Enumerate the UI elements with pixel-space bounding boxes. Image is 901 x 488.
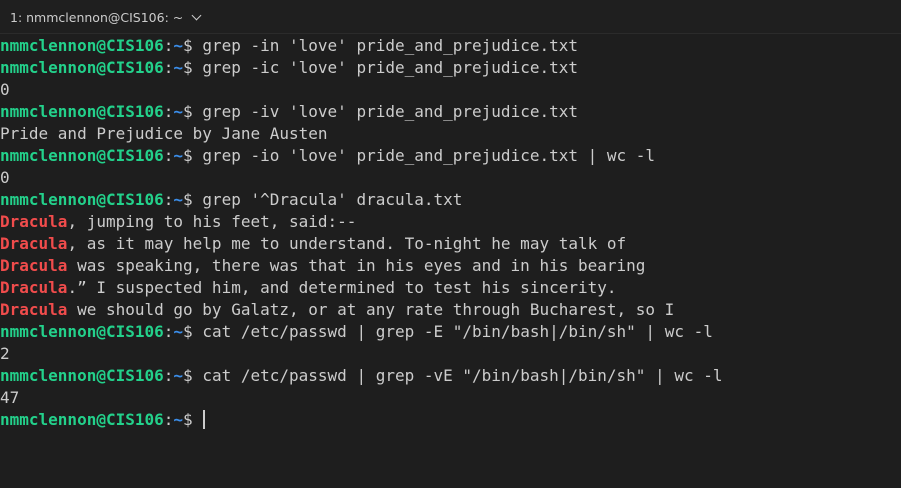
prompt-colon: :: [163, 366, 174, 385]
prompt-colon: :: [163, 58, 174, 77]
prompt-colon: :: [163, 102, 174, 121]
prompt-symbol: $: [183, 410, 203, 429]
output-line: 2: [0, 344, 10, 363]
output-text: , jumping to his feet, said:--: [67, 212, 357, 231]
prompt-colon: :: [163, 322, 174, 341]
output-line: Pride and Prejudice by Jane Austen: [0, 124, 328, 143]
prompt-symbol: $: [183, 366, 203, 385]
prompt-path: ~: [173, 36, 184, 55]
prompt-colon: :: [163, 410, 174, 429]
terminal-tab-title: 1: nmmclennon@CIS106: ~: [10, 9, 184, 25]
prompt-user-host: nmmclennon@CIS106: [0, 58, 164, 77]
prompt-line: nmmclennon@CIS106:~$ grep -ic 'love' pri…: [0, 57, 901, 79]
command-text: grep -iv 'love' pride_and_prejudice.txt: [202, 102, 578, 121]
prompt-symbol: $: [183, 58, 203, 77]
prompt-symbol: $: [183, 190, 203, 209]
grep-match-highlight: Dracula: [0, 212, 68, 231]
prompt-path: ~: [173, 146, 184, 165]
prompt-symbol: $: [183, 36, 203, 55]
command-text: grep -io 'love' pride_and_prejudice.txt …: [202, 146, 656, 165]
prompt-user-host: nmmclennon@CIS106: [0, 190, 164, 209]
prompt-line: nmmclennon@CIS106:~$ grep -io 'love' pri…: [0, 145, 901, 167]
text-cursor: [203, 410, 206, 429]
prompt-symbol: $: [183, 102, 203, 121]
prompt-symbol: $: [183, 322, 203, 341]
prompt-line: nmmclennon@CIS106:~$ grep -iv 'love' pri…: [0, 101, 901, 123]
terminal-tab[interactable]: 1: nmmclennon@CIS106: ~: [0, 0, 209, 33]
grep-match-highlight: Dracula: [0, 256, 68, 275]
grep-match-highlight: Dracula: [0, 278, 68, 297]
grep-match-line: Dracula.” I suspected him, and determine…: [0, 277, 901, 299]
grep-match-line: Dracula we should go by Galatz, or at an…: [0, 299, 901, 321]
output-line: 47: [0, 388, 20, 407]
prompt-line: nmmclennon@CIS106:~$ cat /etc/passwd | g…: [0, 365, 901, 387]
output-text: .” I suspected him, and determined to te…: [67, 278, 617, 297]
output-line: 0: [0, 80, 10, 99]
prompt-path: ~: [173, 102, 184, 121]
output-text: was speaking, there was that in his eyes…: [67, 256, 646, 275]
prompt-line: nmmclennon@CIS106:~$ cat /etc/passwd | g…: [0, 321, 901, 343]
command-text: grep '^Dracula' dracula.txt: [202, 190, 463, 209]
prompt-user-host: nmmclennon@CIS106: [0, 322, 164, 341]
output-line: 0: [0, 168, 10, 187]
grep-match-line: Dracula was speaking, there was that in …: [0, 255, 901, 277]
command-text: cat /etc/passwd | grep -E "/bin/bash|/bi…: [202, 322, 713, 341]
prompt-colon: :: [163, 190, 174, 209]
terminal-window: 1: nmmclennon@CIS106: ~ nmmclennon@CIS10…: [0, 0, 901, 488]
command-text: cat /etc/passwd | grep -vE "/bin/bash|/b…: [202, 366, 723, 385]
prompt-path: ~: [173, 190, 184, 209]
prompt-symbol: $: [183, 146, 203, 165]
prompt-path: ~: [173, 366, 184, 385]
prompt-colon: :: [163, 146, 174, 165]
prompt-path: ~: [173, 58, 184, 77]
terminal-output[interactable]: nmmclennon@CIS106:~$ grep -in 'love' pri…: [0, 35, 901, 488]
output-text: , as it may help me to understand. To-ni…: [67, 234, 627, 253]
grep-match-line: Dracula, jumping to his feet, said:--: [0, 211, 901, 233]
prompt-user-host: nmmclennon@CIS106: [0, 146, 164, 165]
grep-match-highlight: Dracula: [0, 300, 68, 319]
prompt-user-host: nmmclennon@CIS106: [0, 36, 164, 55]
prompt-path: ~: [173, 410, 184, 429]
grep-match-line: Dracula, as it may help me to understand…: [0, 233, 901, 255]
command-text: grep -in 'love' pride_and_prejudice.txt: [202, 36, 578, 55]
prompt-line: nmmclennon@CIS106:~$ grep -in 'love' pri…: [0, 35, 901, 57]
prompt-user-host: nmmclennon@CIS106: [0, 366, 164, 385]
terminal-tab-bar: 1: nmmclennon@CIS106: ~: [0, 0, 901, 34]
output-text: we should go by Galatz, or at any rate t…: [67, 300, 675, 319]
command-text: grep -ic 'love' pride_and_prejudice.txt: [202, 58, 578, 77]
prompt-path: ~: [173, 322, 184, 341]
prompt-colon: :: [163, 36, 174, 55]
prompt-line: nmmclennon@CIS106:~$ grep '^Dracula' dra…: [0, 189, 901, 211]
chevron-down-icon[interactable]: [191, 10, 202, 20]
active-prompt-line: nmmclennon@CIS106:~$: [0, 409, 901, 431]
prompt-user-host: nmmclennon@CIS106: [0, 102, 164, 121]
grep-match-highlight: Dracula: [0, 234, 68, 253]
prompt-user-host: nmmclennon@CIS106: [0, 410, 164, 429]
